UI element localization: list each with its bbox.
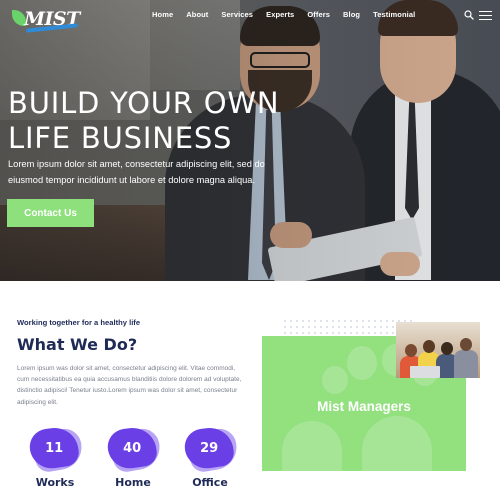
nav-services[interactable]: Services	[221, 10, 253, 19]
section-title: What We Do?	[17, 335, 138, 354]
search-icon[interactable]	[464, 10, 474, 20]
ghost-person	[362, 416, 432, 471]
team-member-head	[441, 342, 453, 355]
nav-experts[interactable]: Experts	[266, 10, 294, 19]
stat-label: Office	[192, 476, 228, 489]
nav-home[interactable]: Home	[152, 10, 173, 19]
ghost-person	[282, 421, 342, 471]
ghost-person	[322, 366, 348, 394]
team-member-head	[460, 338, 472, 351]
laptop	[410, 366, 440, 378]
team-member-head	[423, 340, 435, 353]
nav-blog[interactable]: Blog	[343, 10, 360, 19]
main-nav: Home About Services Experts Offers Blog …	[152, 10, 428, 19]
hamburger-menu-icon[interactable]	[479, 11, 492, 20]
nav-testimonial[interactable]: Testimonial	[373, 10, 415, 19]
nav-about[interactable]: About	[186, 10, 208, 19]
site-logo[interactable]: MIST	[12, 6, 80, 33]
stat-value: 11	[44, 440, 64, 456]
stat-value: 29	[199, 440, 219, 456]
hero-title: BUILD YOUR OWN LIFE BUSINESS	[8, 86, 280, 155]
stat-label: Home	[115, 476, 151, 489]
stat-label: Works	[35, 476, 75, 489]
section-tagline: Working together for a healthy life	[17, 318, 141, 327]
team-photo	[396, 322, 480, 378]
hero-section: MIST Home About Services Experts Offers …	[0, 0, 500, 281]
team-member	[454, 350, 478, 378]
nav-offers[interactable]: Offers	[307, 10, 330, 19]
stat-value: 40	[122, 440, 142, 456]
hero-description: Lorem ipsum dolor sit amet, consectetur …	[8, 159, 265, 185]
team-member-head	[405, 344, 417, 357]
contact-us-button[interactable]: Contact Us	[7, 199, 94, 227]
section-description: Lorem ipsum was dolor sit amet, consecte…	[17, 365, 242, 406]
ghost-person	[347, 346, 377, 380]
card-title: Mist Managers	[317, 399, 411, 414]
